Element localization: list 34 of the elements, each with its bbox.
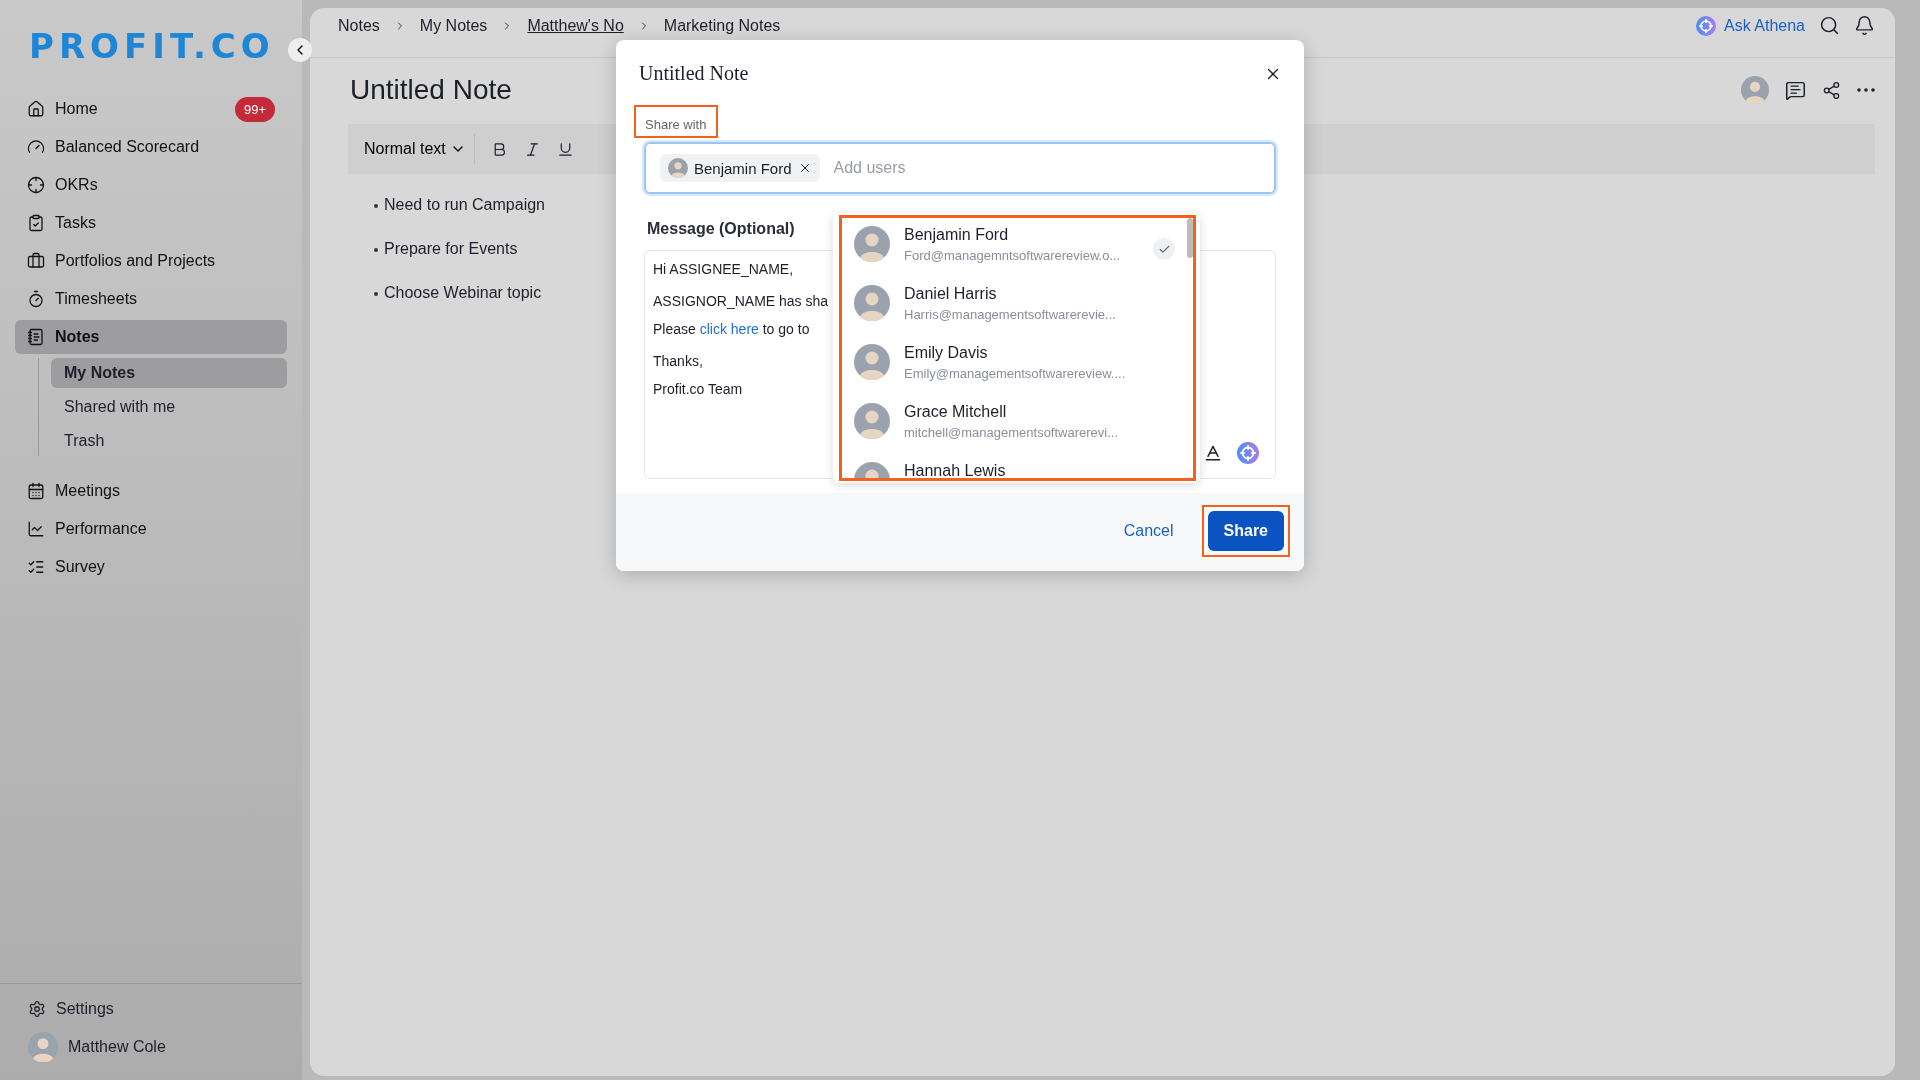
message-line: Hi ASSIGNEE_NAME, [653,261,794,277]
dialog-title: Untitled Note [639,62,749,85]
nav-label: Tasks [55,214,96,232]
count-badge: 99+ [234,96,275,122]
field-label: Share with [634,105,719,138]
nav-label: Performance [55,520,147,538]
nav-label: Balanced Scorecard [55,138,200,156]
bullet-item: Prepare for Events [374,240,518,258]
logo: PROFIT.CO [28,26,276,66]
user-name: Emily Davis [904,344,989,362]
message-line: ASSIGNOR_NAME has sha [653,293,829,309]
nav-label: Meetings [55,482,120,500]
nav-label: Survey [55,558,105,576]
nav-label: OKRs [55,176,98,194]
message-line: Profit.co Team [653,381,743,397]
user-email: Ford@managemntsoftwarereview.o... [904,248,1121,263]
user-name: Grace Mitchell [904,403,1008,421]
nav-label: Home [55,100,98,118]
user-name: Daniel Harris [904,285,998,303]
user-name: Benjamin Ford [904,226,1010,244]
user-email: Harris@managementsoftwarerevie... [904,307,1116,322]
message-line: Thanks, [653,353,703,369]
bullet-item: Need to run Campaign [374,196,545,214]
note-title: Untitled Note [350,74,512,106]
nav-label: Timesheets [55,290,138,308]
nav-label: Notes [55,328,100,346]
nav-label: Portfolios and Projects [55,252,216,270]
user-email: mitchell@managementsoftwarerevi... [904,425,1119,440]
user-email: Emily@managementsoftwarereview.... [904,366,1126,381]
chip-label: Benjamin Ford [694,159,792,177]
message-line: Please click here to go to [653,321,810,337]
user-name: Hannah Lewis [904,462,1006,478]
bullet-item: Choose Webinar topic [374,284,542,302]
message-label: Message (Optional) [647,220,795,238]
